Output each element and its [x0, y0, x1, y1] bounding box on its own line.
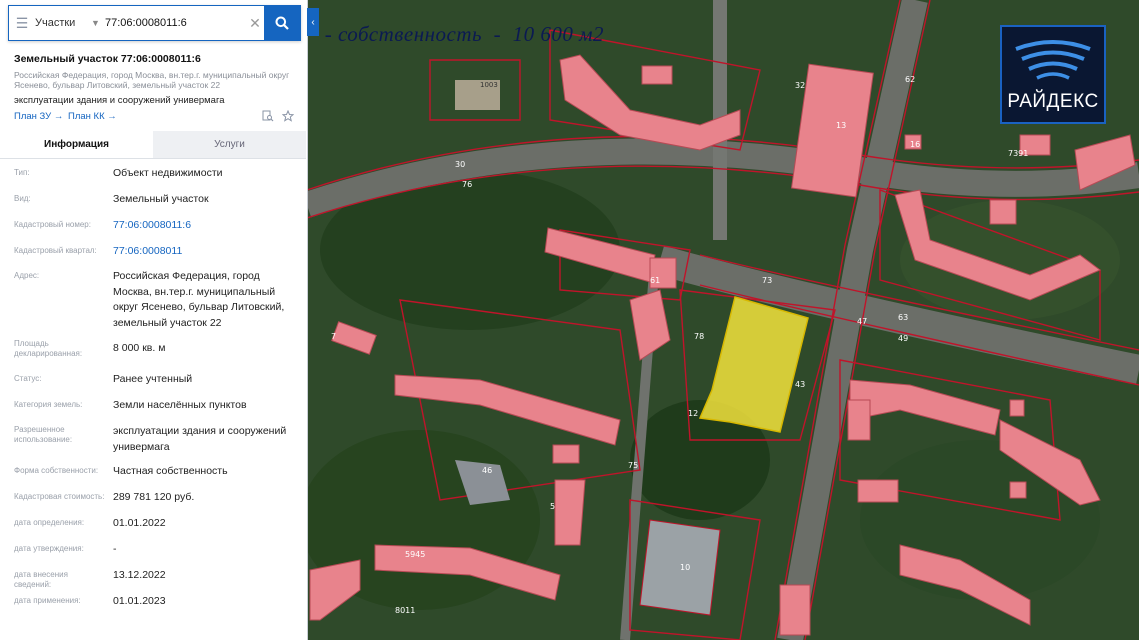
map-label: 49 [898, 334, 908, 343]
map-label: 46 [482, 466, 492, 475]
map-label: 1003 [480, 81, 498, 89]
building [641, 65, 673, 85]
cadastral-quarter-link[interactable]: 77:06:0008011 [113, 244, 299, 260]
row-label: дата применения: [14, 596, 81, 605]
row-value: - [113, 543, 117, 555]
star-icon[interactable] [282, 110, 294, 122]
row-label: дата определения: [14, 518, 85, 527]
map-label: 43 [795, 380, 805, 389]
row-value: Ранее учтенный [113, 373, 193, 385]
cadastral-number-link[interactable]: 77:06:0008011:6 [113, 218, 299, 234]
chevron-left-icon: ‹ [311, 16, 315, 28]
map-label: 63 [898, 313, 908, 322]
object-address: Российская Федерация, город Москва, вн.т… [14, 70, 290, 90]
map-label: 73 [762, 276, 772, 285]
menu-icon[interactable]: ☰ [9, 15, 35, 32]
map-label: 7391 [1008, 149, 1028, 158]
clear-icon[interactable]: ✕ [246, 15, 264, 32]
search-icon [275, 16, 289, 30]
building [779, 584, 811, 636]
row-value: 01.01.2023 [113, 595, 166, 607]
document-search-icon[interactable] [262, 110, 274, 122]
object-usage: эксплуатации здания и сооружений универм… [14, 95, 225, 106]
row-value: 01.01.2022 [113, 517, 166, 529]
row-label: Категория земель: [14, 400, 83, 409]
map-label: 30 [455, 160, 465, 169]
map-label: 13 [836, 121, 846, 130]
map-label: 62 [905, 75, 915, 84]
map-caption: ЗУ - собственность - 10 600 м2 [288, 22, 604, 46]
row-label: Адрес: [14, 271, 40, 280]
plan-zu-link[interactable]: План ЗУ → [14, 111, 63, 122]
row-label: Кадастровый квартал: [14, 246, 97, 255]
row-label: дата внесения сведений: [14, 570, 68, 589]
map-label: 7 [331, 332, 336, 341]
tab-services[interactable]: Услуги [153, 131, 306, 158]
map-label: 78 [694, 332, 704, 341]
map-label: 5 [550, 502, 555, 511]
row-value: Земли населённых пунктов [113, 399, 247, 411]
row-value: Объект недвижимости [113, 167, 223, 179]
building [989, 199, 1017, 225]
row-label: Кадастровая стоимость: [14, 492, 105, 501]
row-label: Кадастровый номер: [14, 220, 91, 229]
plan-kk-link[interactable]: План КК → [68, 111, 117, 122]
logo-text: РАЙДЕКС [1007, 91, 1099, 112]
building [847, 399, 871, 441]
search-type-select[interactable]: Участки [35, 17, 91, 29]
map-label: 8011 [395, 606, 415, 615]
building [1009, 399, 1025, 417]
object-title: Земельный участок 77:06:0008011:6 [14, 53, 201, 65]
map-label: 76 [462, 180, 472, 189]
info-panel: ☰ Участки ▼ 77:06:0008011:6 ✕ Земельный … [0, 0, 308, 640]
row-value: Российская Федерация, город Москва, вн.т… [113, 270, 285, 329]
row-label: Форма собственности: [14, 466, 99, 475]
row-label: Разрешенное использование: [14, 425, 73, 444]
map-label: 32 [795, 81, 805, 90]
search-bar: ☰ Участки ▼ 77:06:0008011:6 ✕ [8, 5, 301, 41]
row-label: Площадь декларированная: [14, 339, 83, 358]
row-label: дата утверждения: [14, 544, 84, 553]
row-value: Частная собственность [113, 465, 228, 477]
row-value: 13.12.2022 [113, 569, 166, 581]
building [554, 479, 586, 546]
building [857, 479, 899, 503]
row-label: Статус: [14, 374, 42, 383]
map-label: 75 [628, 461, 638, 470]
logo-wave-icon [1015, 40, 1091, 80]
collapse-panel-button[interactable]: ‹ [307, 8, 319, 36]
search-input[interactable]: 77:06:0008011:6 [105, 17, 246, 29]
map-label: 10 [680, 563, 690, 572]
building [1009, 481, 1027, 499]
search-button[interactable] [264, 6, 300, 40]
map-label: 12 [688, 409, 698, 418]
row-value: эксплуатации здания и сооружений универм… [113, 425, 287, 453]
company-logo: РАЙДЕКС [1000, 25, 1106, 124]
row-value: 8 000 кв. м [113, 342, 166, 354]
building [552, 444, 580, 464]
row-label: Тип: [14, 168, 30, 177]
map-label: 16 [910, 140, 920, 149]
tabs: Информация Услуги [0, 131, 306, 159]
row-value: Земельный участок [113, 193, 209, 205]
tab-info[interactable]: Информация [0, 131, 153, 158]
map-label: 47 [857, 317, 867, 326]
row-label: Вид: [14, 194, 31, 203]
row-value: 289 781 120 руб. [113, 491, 195, 503]
map-label: 5945 [405, 550, 425, 559]
map-label: 61 [650, 276, 660, 285]
chevron-down-icon[interactable]: ▼ [91, 18, 105, 28]
